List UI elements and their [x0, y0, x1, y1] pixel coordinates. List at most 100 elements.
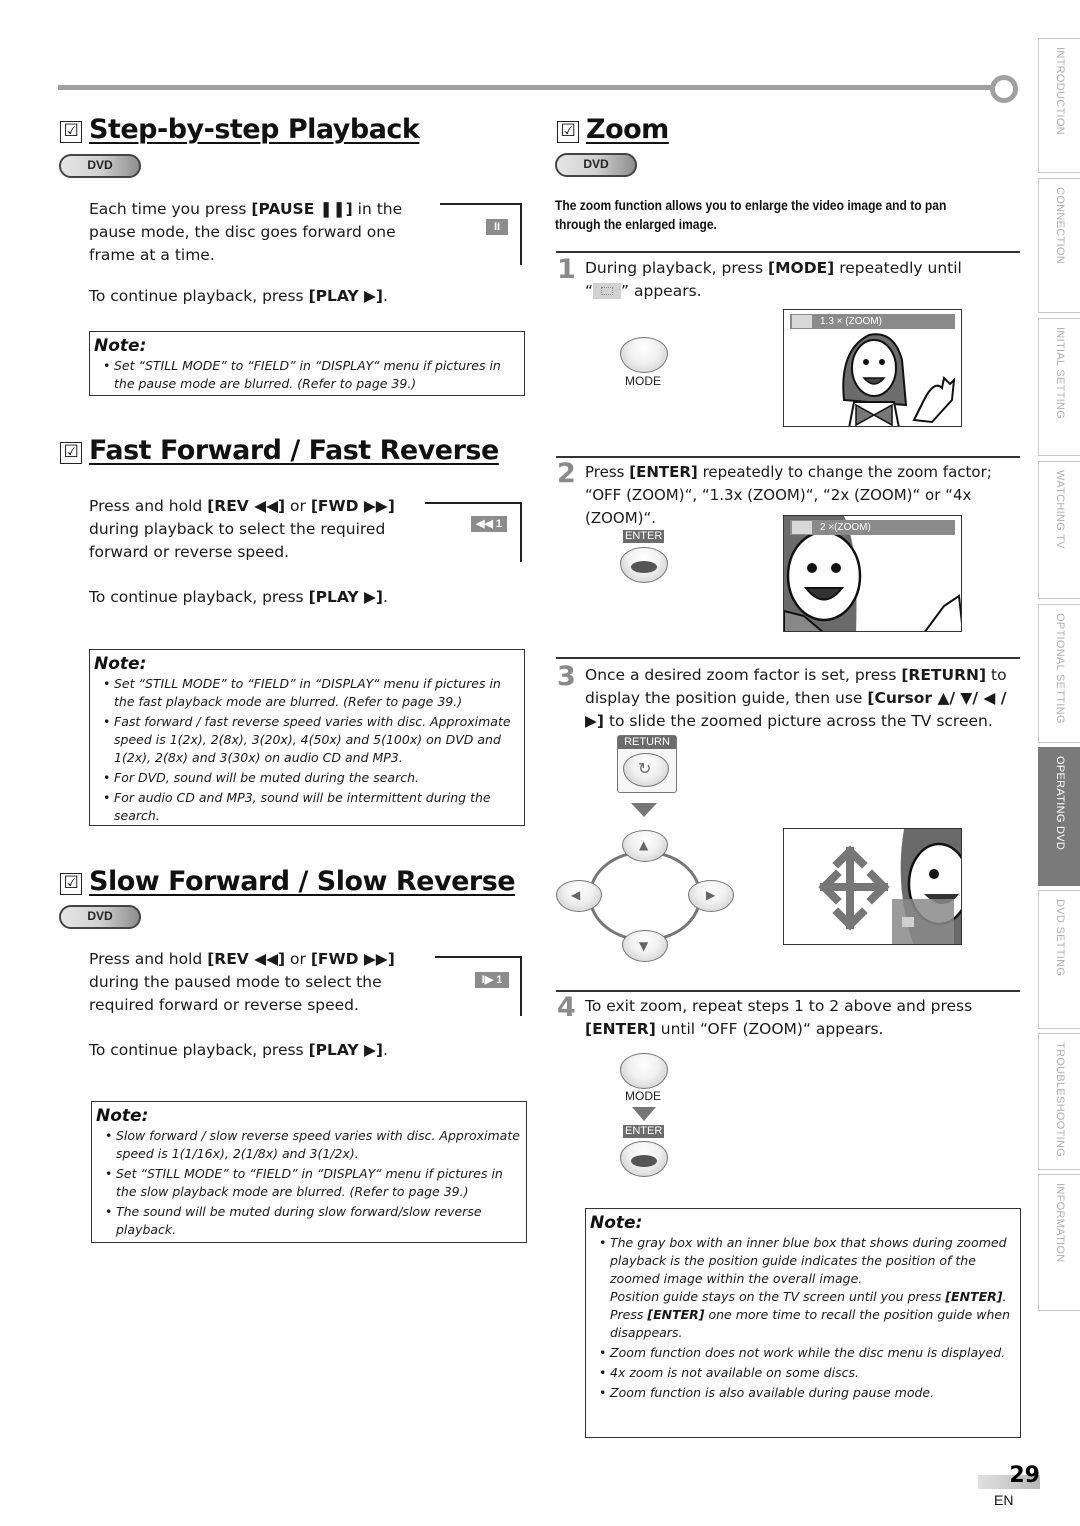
arrow-down-icon [631, 803, 657, 817]
side-tab-troubleshooting[interactable]: TROUBLESHOOTING [1038, 1033, 1080, 1170]
enter-button-label: ENTER [623, 1125, 665, 1138]
note-item: Zoom function is also available during p… [590, 1384, 1014, 1402]
side-tab-optional-setting[interactable]: OPTIONAL SETTING [1038, 604, 1080, 743]
zoom-icon [792, 521, 812, 534]
note-box-zoom: Note: The gray box with an inner blue bo… [585, 1208, 1021, 1438]
side-tab-label: INTRODUCTION [1053, 47, 1066, 135]
slow-instruction: Press and hold [REV ◀◀] or [FWD ▶▶] duri… [89, 950, 395, 1014]
dvd-badge: DVD [59, 154, 141, 178]
zoom-icon [593, 283, 622, 299]
step-divider [556, 456, 1020, 458]
zoom-intro: The zoom function allows you to enlarge … [555, 197, 947, 232]
side-tab-connection[interactable]: CONNECTION [1038, 178, 1080, 313]
note-item: Set “STILL MODE” to “FIELD” in “DISPLAY“… [96, 1165, 520, 1201]
step-by-step-instruction: Each time you press [PAUSE ❚❚] in the pa… [89, 200, 403, 264]
mode-button-label: MODE [625, 1089, 661, 1103]
section-title: Fast Forward / Fast Reverse [89, 435, 499, 466]
side-tab-introduction[interactable]: INTRODUCTION [1038, 38, 1080, 173]
page-language: EN [994, 1492, 1014, 1508]
note-box-slow: Note: Slow forward / slow reverse speed … [91, 1101, 527, 1243]
note-item: Set “STILL MODE” to “FIELD” in “DISPLAY“… [94, 357, 518, 393]
step-number: 4 [557, 992, 576, 1023]
return-button-label: RETURN [618, 736, 676, 749]
dvd-badge: DVD [59, 905, 141, 929]
section-title: Step-by-step Playback [89, 114, 420, 145]
mode-button[interactable] [620, 337, 668, 373]
zoom-step-3-text: Once a desired zoom factor is set, press… [585, 666, 1007, 730]
girl-illustration [842, 333, 956, 426]
note-item: The sound will be muted during slow forw… [96, 1203, 520, 1239]
tv-screen-position-guide [783, 828, 962, 945]
pause-osd-icon: II [486, 219, 508, 235]
section-heading-zoom: ☑ Zoom [557, 114, 669, 145]
mode-button[interactable] [620, 1053, 668, 1089]
section-heading-slow-forward: ☑ Slow Forward / Slow Reverse [60, 866, 516, 897]
note-box-fast: Note: Set “STILL MODE” to “FIELD” in “DI… [89, 649, 525, 826]
note-item: Fast forward / fast reverse speed varies… [94, 713, 518, 767]
zoom-step-1-text: During playback, press [MODE] repeatedly… [585, 259, 962, 300]
slow-forward-osd-icon: I▶ 1 [475, 972, 509, 988]
osd-display-frame: I▶ 1 [435, 956, 522, 1016]
checkbox-icon: ☑ [60, 121, 82, 143]
return-arrow-icon: ↻ [638, 759, 652, 778]
return-button[interactable]: RETURN ↻ [617, 735, 677, 793]
side-tab-label: INFORMATION [1053, 1183, 1066, 1263]
tv-screen-zoom-1-3x: 1.3 × (ZOOM) [783, 309, 962, 427]
page-number: 29 [1009, 1463, 1040, 1488]
osd-display-frame: ◀◀ 1 [425, 502, 522, 562]
note-item: 4x zoom is not available on some discs. [590, 1364, 1014, 1382]
section-heading-fast-forward: ☑ Fast Forward / Fast Reverse [60, 435, 499, 466]
dvd-badge: DVD [555, 153, 637, 177]
note-title: Note: [96, 1106, 149, 1126]
side-tab-operating-dvd[interactable]: OPERATING DVD [1038, 747, 1080, 886]
continue-instruction: To continue playback, press [PLAY ▶]. [89, 287, 388, 305]
note-item: For DVD, sound will be muted during the … [94, 769, 518, 787]
side-tab-information[interactable]: INFORMATION [1038, 1174, 1080, 1311]
note-item: The gray box with an inner blue box that… [590, 1234, 1014, 1342]
note-box-step-by-step: Note: Set “STILL MODE” to “FIELD” in “DI… [89, 331, 525, 396]
note-item: Set “STILL MODE” to “FIELD” in “DISPLAY“… [94, 675, 518, 711]
step-number: 2 [557, 458, 576, 489]
side-tab-label: OPTIONAL SETTING [1053, 613, 1066, 724]
checkbox-icon: ☑ [60, 442, 82, 464]
side-tab-dvd-setting[interactable]: DVD SETTING [1038, 890, 1080, 1029]
section-heading-step-by-step: ☑ Step-by-step Playback [60, 114, 420, 145]
side-tab-label: TROUBLESHOOTING [1053, 1042, 1066, 1158]
osd-display-frame: II [440, 203, 522, 265]
pause-key-label: [PAUSE ❚❚] [251, 200, 353, 218]
side-tab-label: OPERATING DVD [1053, 756, 1066, 851]
pan-illustration [818, 829, 961, 944]
checkbox-icon: ☑ [557, 121, 579, 143]
continue-instruction: To continue playback, press [PLAY ▶]. [89, 588, 388, 606]
step-divider [556, 251, 1020, 253]
zoom-osd-bar: 2 ×(ZOOM) [790, 520, 955, 535]
side-tab-watching-tv[interactable]: WATCHING TV [1038, 461, 1080, 599]
note-item: Zoom function does not work while the di… [590, 1344, 1014, 1362]
mode-button-label: MODE [625, 374, 661, 388]
section-title: Zoom [586, 114, 669, 145]
arrow-down-icon [632, 1107, 656, 1121]
section-title: Slow Forward / Slow Reverse [89, 866, 516, 897]
side-tab-label: WATCHING TV [1053, 470, 1066, 549]
side-tab-label: INITIAL SETTING [1053, 327, 1066, 420]
move-arrows-icon [818, 845, 890, 931]
note-item: Slow forward / slow reverse speed varies… [96, 1127, 520, 1163]
step-divider [556, 990, 1020, 992]
header-rule [58, 85, 993, 90]
side-tab-label: CONNECTION [1053, 187, 1066, 264]
note-title: Note: [590, 1213, 643, 1233]
note-item: For audio CD and MP3, sound will be inte… [94, 789, 518, 825]
step-divider [556, 657, 1020, 659]
step-number: 1 [557, 254, 576, 285]
enter-button-label: ENTER [623, 530, 665, 543]
side-tab-initial-setting[interactable]: INITIAL SETTING [1038, 318, 1080, 456]
enter-button[interactable] [620, 547, 668, 583]
tv-screen-zoom-2x: 2 ×(ZOOM) [783, 515, 962, 632]
continue-instruction: To continue playback, press [PLAY ▶]. [89, 1041, 388, 1059]
note-title: Note: [94, 336, 147, 356]
step-number: 3 [557, 661, 576, 692]
fast-reverse-osd-icon: ◀◀ 1 [471, 516, 507, 532]
zoom-step-4-text: To exit zoom, repeat steps 1 to 2 above … [585, 997, 973, 1038]
note-title: Note: [94, 654, 147, 674]
enter-button[interactable] [620, 1141, 668, 1177]
